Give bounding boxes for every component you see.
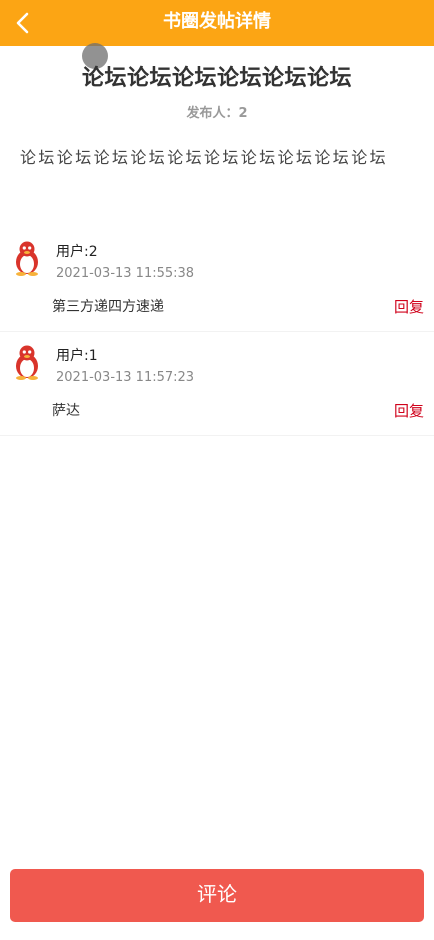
penguin-icon [16, 241, 38, 276]
comment-text: 萨达 [52, 403, 80, 419]
comment-button[interactable]: 评论 [10, 869, 424, 922]
reply-button[interactable]: 回复 [394, 296, 424, 317]
comment-item: 用户:1 2021-03-13 11:57:23 萨达 回复 [0, 332, 434, 436]
page-title: 书圈发帖详情 [163, 11, 271, 32]
post-author: 发布人：2 [186, 106, 248, 121]
reply-button[interactable]: 回复 [394, 400, 424, 421]
comment-user: 用户:1 [56, 348, 98, 364]
comment-time: 2021-03-13 11:55:38 [56, 266, 195, 281]
comment-list: 用户:2 2021-03-13 11:55:38 第三方递四方速递 回复 用户:… [0, 228, 434, 436]
comment-user: 用户:2 [56, 244, 98, 260]
post-body: 论坛论坛论坛论坛论坛论坛论坛论坛论坛论坛 [20, 148, 389, 167]
penguin-icon [16, 345, 38, 380]
top-bar: 书圈发帖详情 [0, 0, 434, 46]
comment-time: 2021-03-13 11:57:23 [56, 370, 195, 385]
comment-text: 第三方递四方速递 [52, 299, 164, 315]
post-title: 论坛论坛论坛论坛论坛论坛 [81, 66, 352, 91]
comment-item: 用户:2 2021-03-13 11:55:38 第三方递四方速递 回复 [0, 228, 434, 332]
